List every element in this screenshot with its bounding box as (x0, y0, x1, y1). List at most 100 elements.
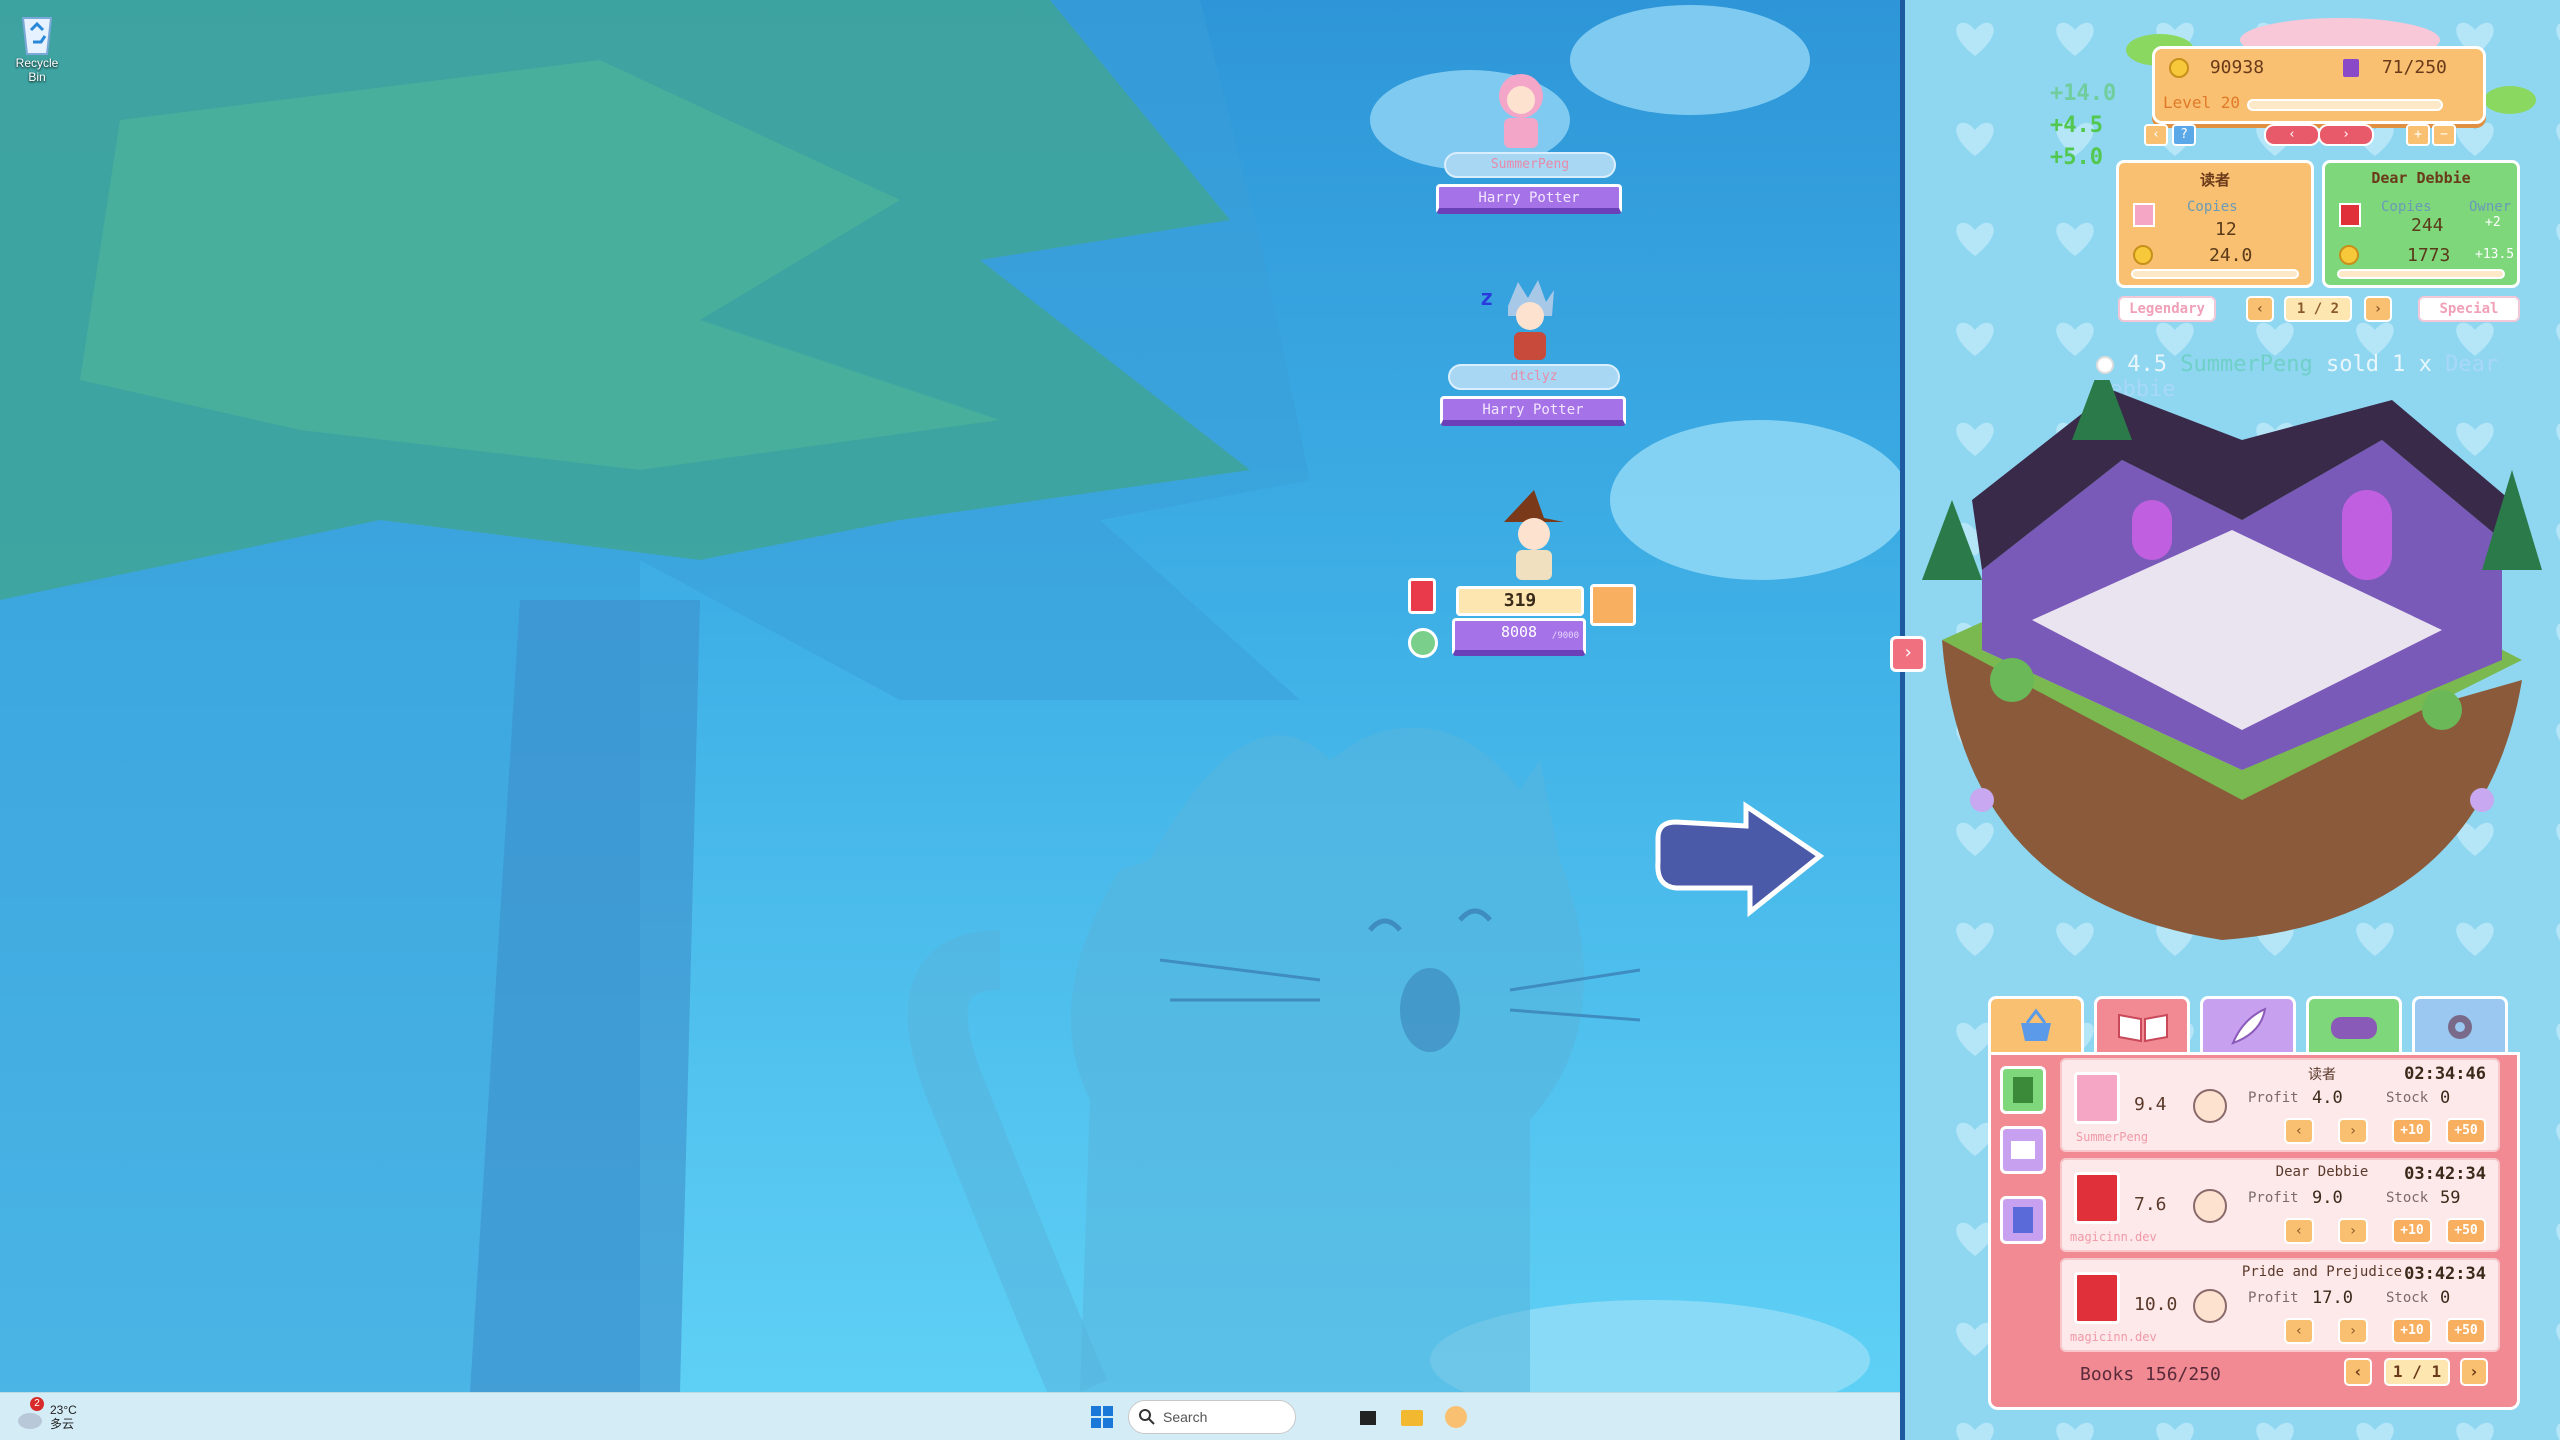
heart-decoration (2456, 1422, 2494, 1440)
prev-red-button[interactable]: ‹ (2264, 124, 2320, 146)
add-50-button[interactable]: +50 (2446, 1318, 2486, 1344)
tab-settings[interactable] (2412, 996, 2508, 1054)
seller-avatar (2193, 1089, 2227, 1123)
shop-row[interactable]: 7.6 magicinn.dev Dear Debbie 03:42:34 Profit… (2060, 1158, 2500, 1252)
desktop-wallpaper: Recycle Bin SummerPeng Harry Potter z dt… (0, 0, 1900, 1392)
prev-small-button[interactable]: ‹ (2144, 124, 2168, 146)
book-card-right[interactable]: Dear Debbie Copies 244 Owner +2 1773 +13… (2322, 160, 2520, 288)
weather-widget[interactable]: 2 23°C 多云 (16, 1397, 77, 1435)
stock-value: 0 (2440, 1288, 2451, 1308)
tab-shop[interactable] (1988, 996, 2084, 1054)
add-10-button[interactable]: +10 (2392, 1318, 2432, 1344)
task-view-icon[interactable] (1352, 1401, 1384, 1433)
shop-row[interactable]: 9.4 SummerPeng 读者 02:34:46 Profit 4.0 Stock 0 ‹ ›… (2060, 1058, 2500, 1152)
profit-label: Profit (2248, 1290, 2299, 1306)
gear-icon (2448, 1015, 2472, 1039)
heart-decoration (2556, 23, 2560, 41)
coin-icon (2169, 58, 2189, 78)
book-capacity: 71/250 (2381, 57, 2447, 78)
collapse-panel-button[interactable]: › (1890, 636, 1926, 672)
add-10-button[interactable]: +10 (2392, 1218, 2432, 1244)
tab-write[interactable] (2200, 996, 2296, 1054)
tab-books[interactable] (2094, 996, 2190, 1054)
taskbar-search[interactable]: Search (1128, 1400, 1296, 1434)
decrease-button[interactable]: ‹ (2284, 1318, 2314, 1344)
decrease-button[interactable]: ‹ (2284, 1218, 2314, 1244)
book-title: Pride and Prejudice (2241, 1264, 2403, 1280)
game-app-icon[interactable] (1440, 1401, 1472, 1433)
shop-next-button[interactable]: › (2460, 1358, 2488, 1386)
tier-special[interactable]: Special (2418, 296, 2520, 322)
coin-count: 90938 (2209, 57, 2265, 78)
money-icon (2013, 1077, 2033, 1103)
recycle-bin[interactable]: Recycle Bin (6, 8, 68, 84)
profit-value: 9.0 (2312, 1188, 2343, 1208)
add-10-button[interactable]: +10 (2392, 1118, 2432, 1144)
heart-decoration (2156, 1422, 2194, 1440)
taskbar: 2 23°C 多云 Search (0, 1392, 1900, 1440)
book-cover-icon (2074, 1272, 2120, 1324)
heart-decoration (2556, 823, 2560, 841)
weather-badge: 2 (30, 1397, 44, 1411)
windows-icon (1091, 1406, 1113, 1428)
recycle-bin-icon (17, 8, 57, 56)
tier-legendary[interactable]: Legendary (2118, 296, 2216, 322)
book-card-left[interactable]: 读者 Copies 12 24.0 (2116, 160, 2314, 288)
feather-icon (2231, 1007, 2267, 1045)
copies-value: 12 (2215, 219, 2237, 240)
search-icon (1139, 1409, 1155, 1425)
book-capacity-row: 71/250 (2343, 57, 2447, 78)
sidebar-item-reading[interactable] (2000, 1126, 2046, 1174)
increase-button[interactable]: › (2338, 1318, 2368, 1344)
heart-decoration (2556, 423, 2560, 441)
increase-button[interactable]: › (2338, 1218, 2368, 1244)
heart-decoration (2456, 322, 2494, 356)
weather-temp: 23°C (50, 1403, 77, 1417)
shop-row[interactable]: 10.0 magicinn.dev Pride and Prejudice 03:42… (2060, 1258, 2500, 1352)
avatar-dtclyz (1508, 280, 1554, 360)
shop-stall-icon[interactable] (1590, 584, 1636, 626)
owner-delta: +2 (2485, 215, 2501, 230)
stock-value: 0 (2440, 1088, 2451, 1108)
library-island[interactable] (1922, 380, 2552, 980)
decrease-button[interactable]: ‹ (2284, 1118, 2314, 1144)
sold-amount: 4.5 (2127, 352, 2167, 377)
tab-games[interactable] (2306, 996, 2402, 1054)
sidebar-item-money[interactable] (2000, 1066, 2046, 1114)
heart-decoration (2556, 1223, 2560, 1241)
seller-avatar (2193, 1189, 2227, 1223)
player-name: SummerPeng (1444, 152, 1616, 178)
coin-icon (2133, 245, 2153, 265)
income-value: 24.0 (2209, 245, 2253, 266)
heart-decoration (2356, 1422, 2394, 1440)
globe-icon (1408, 628, 1438, 658)
shop-prev-button[interactable]: ‹ (2344, 1358, 2372, 1386)
page-prev-button[interactable]: ‹ (2246, 296, 2274, 322)
book-title: Dear Debbie (2275, 1164, 2369, 1180)
next-red-button[interactable]: › (2318, 124, 2374, 146)
page-next-button[interactable]: › (2364, 296, 2392, 322)
heart-decoration (2556, 623, 2560, 641)
add-50-button[interactable]: +50 (2446, 1218, 2486, 1244)
stock-label: Stock (2386, 1290, 2429, 1306)
start-button[interactable] (1086, 1401, 1118, 1433)
zoom-out-button[interactable]: − (2432, 124, 2456, 146)
zoom-in-button[interactable]: + (2406, 124, 2430, 146)
increase-button[interactable]: › (2338, 1118, 2368, 1144)
profit-label: Profit (2248, 1090, 2299, 1106)
books-footer: Books 156/250 (2080, 1364, 2221, 1385)
file-explorer-icon[interactable] (1396, 1401, 1428, 1433)
heart-decoration (2256, 322, 2294, 356)
add-50-button[interactable]: +50 (2446, 1118, 2486, 1144)
heart-decoration (2556, 1323, 2560, 1341)
card-title: 读者 (2199, 171, 2230, 189)
heart-decoration (2556, 1123, 2560, 1141)
income-delta: +13.5 (2475, 247, 2515, 262)
sidebar-item-list[interactable] (2000, 1196, 2046, 1244)
heart-decoration (2056, 322, 2094, 356)
book-seller: SummerPeng (2075, 1130, 2149, 1144)
help-button[interactable]: ? (2172, 124, 2196, 146)
book-timer: 03:42:34 (2404, 1164, 2486, 1184)
player-book: Harry Potter (1436, 184, 1622, 214)
profit-label: Profit (2248, 1190, 2299, 1206)
